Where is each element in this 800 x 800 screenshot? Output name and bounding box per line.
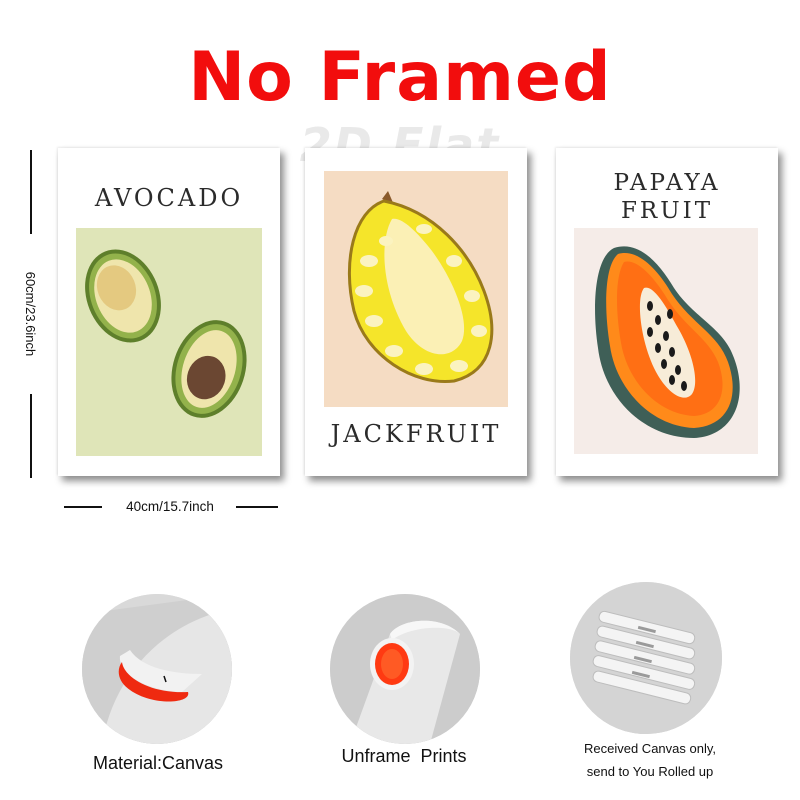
feature-caption-received-line1: Received Canvas only, <box>584 741 716 756</box>
height-dimension-label: 60cm/23.6inch <box>20 234 40 394</box>
feature-caption-material: Material:Canvas <box>92 753 224 773</box>
headline: No Framed <box>188 38 612 117</box>
jackfruit-illustration <box>324 171 508 407</box>
canvas-tube-photo <box>330 594 480 744</box>
poster-avocado: AVOCADO <box>58 148 280 476</box>
poster-title-papaya-line2: FRUIT <box>620 198 714 224</box>
rolled-canvas-tubes-photo <box>570 582 722 734</box>
feature-caption-unframe: Unframe Prints <box>341 746 467 766</box>
canvas-roll-photo <box>82 594 232 744</box>
poster-title-papaya-line1: PAPAYA <box>613 170 721 196</box>
poster-title-jackfruit: JACKFRUIT <box>330 420 502 448</box>
width-dimension-label: 40cm/15.7inch <box>126 499 214 514</box>
poster-jackfruit: JACKFRUIT <box>305 148 527 476</box>
avocado-illustration <box>76 228 262 456</box>
papaya-illustration <box>574 228 758 454</box>
feature-caption-received-line2: send to You Rolled up <box>586 764 714 779</box>
poster-papaya: PAPAYA FRUIT <box>556 148 778 476</box>
poster-title-avocado: AVOCADO <box>94 184 244 212</box>
